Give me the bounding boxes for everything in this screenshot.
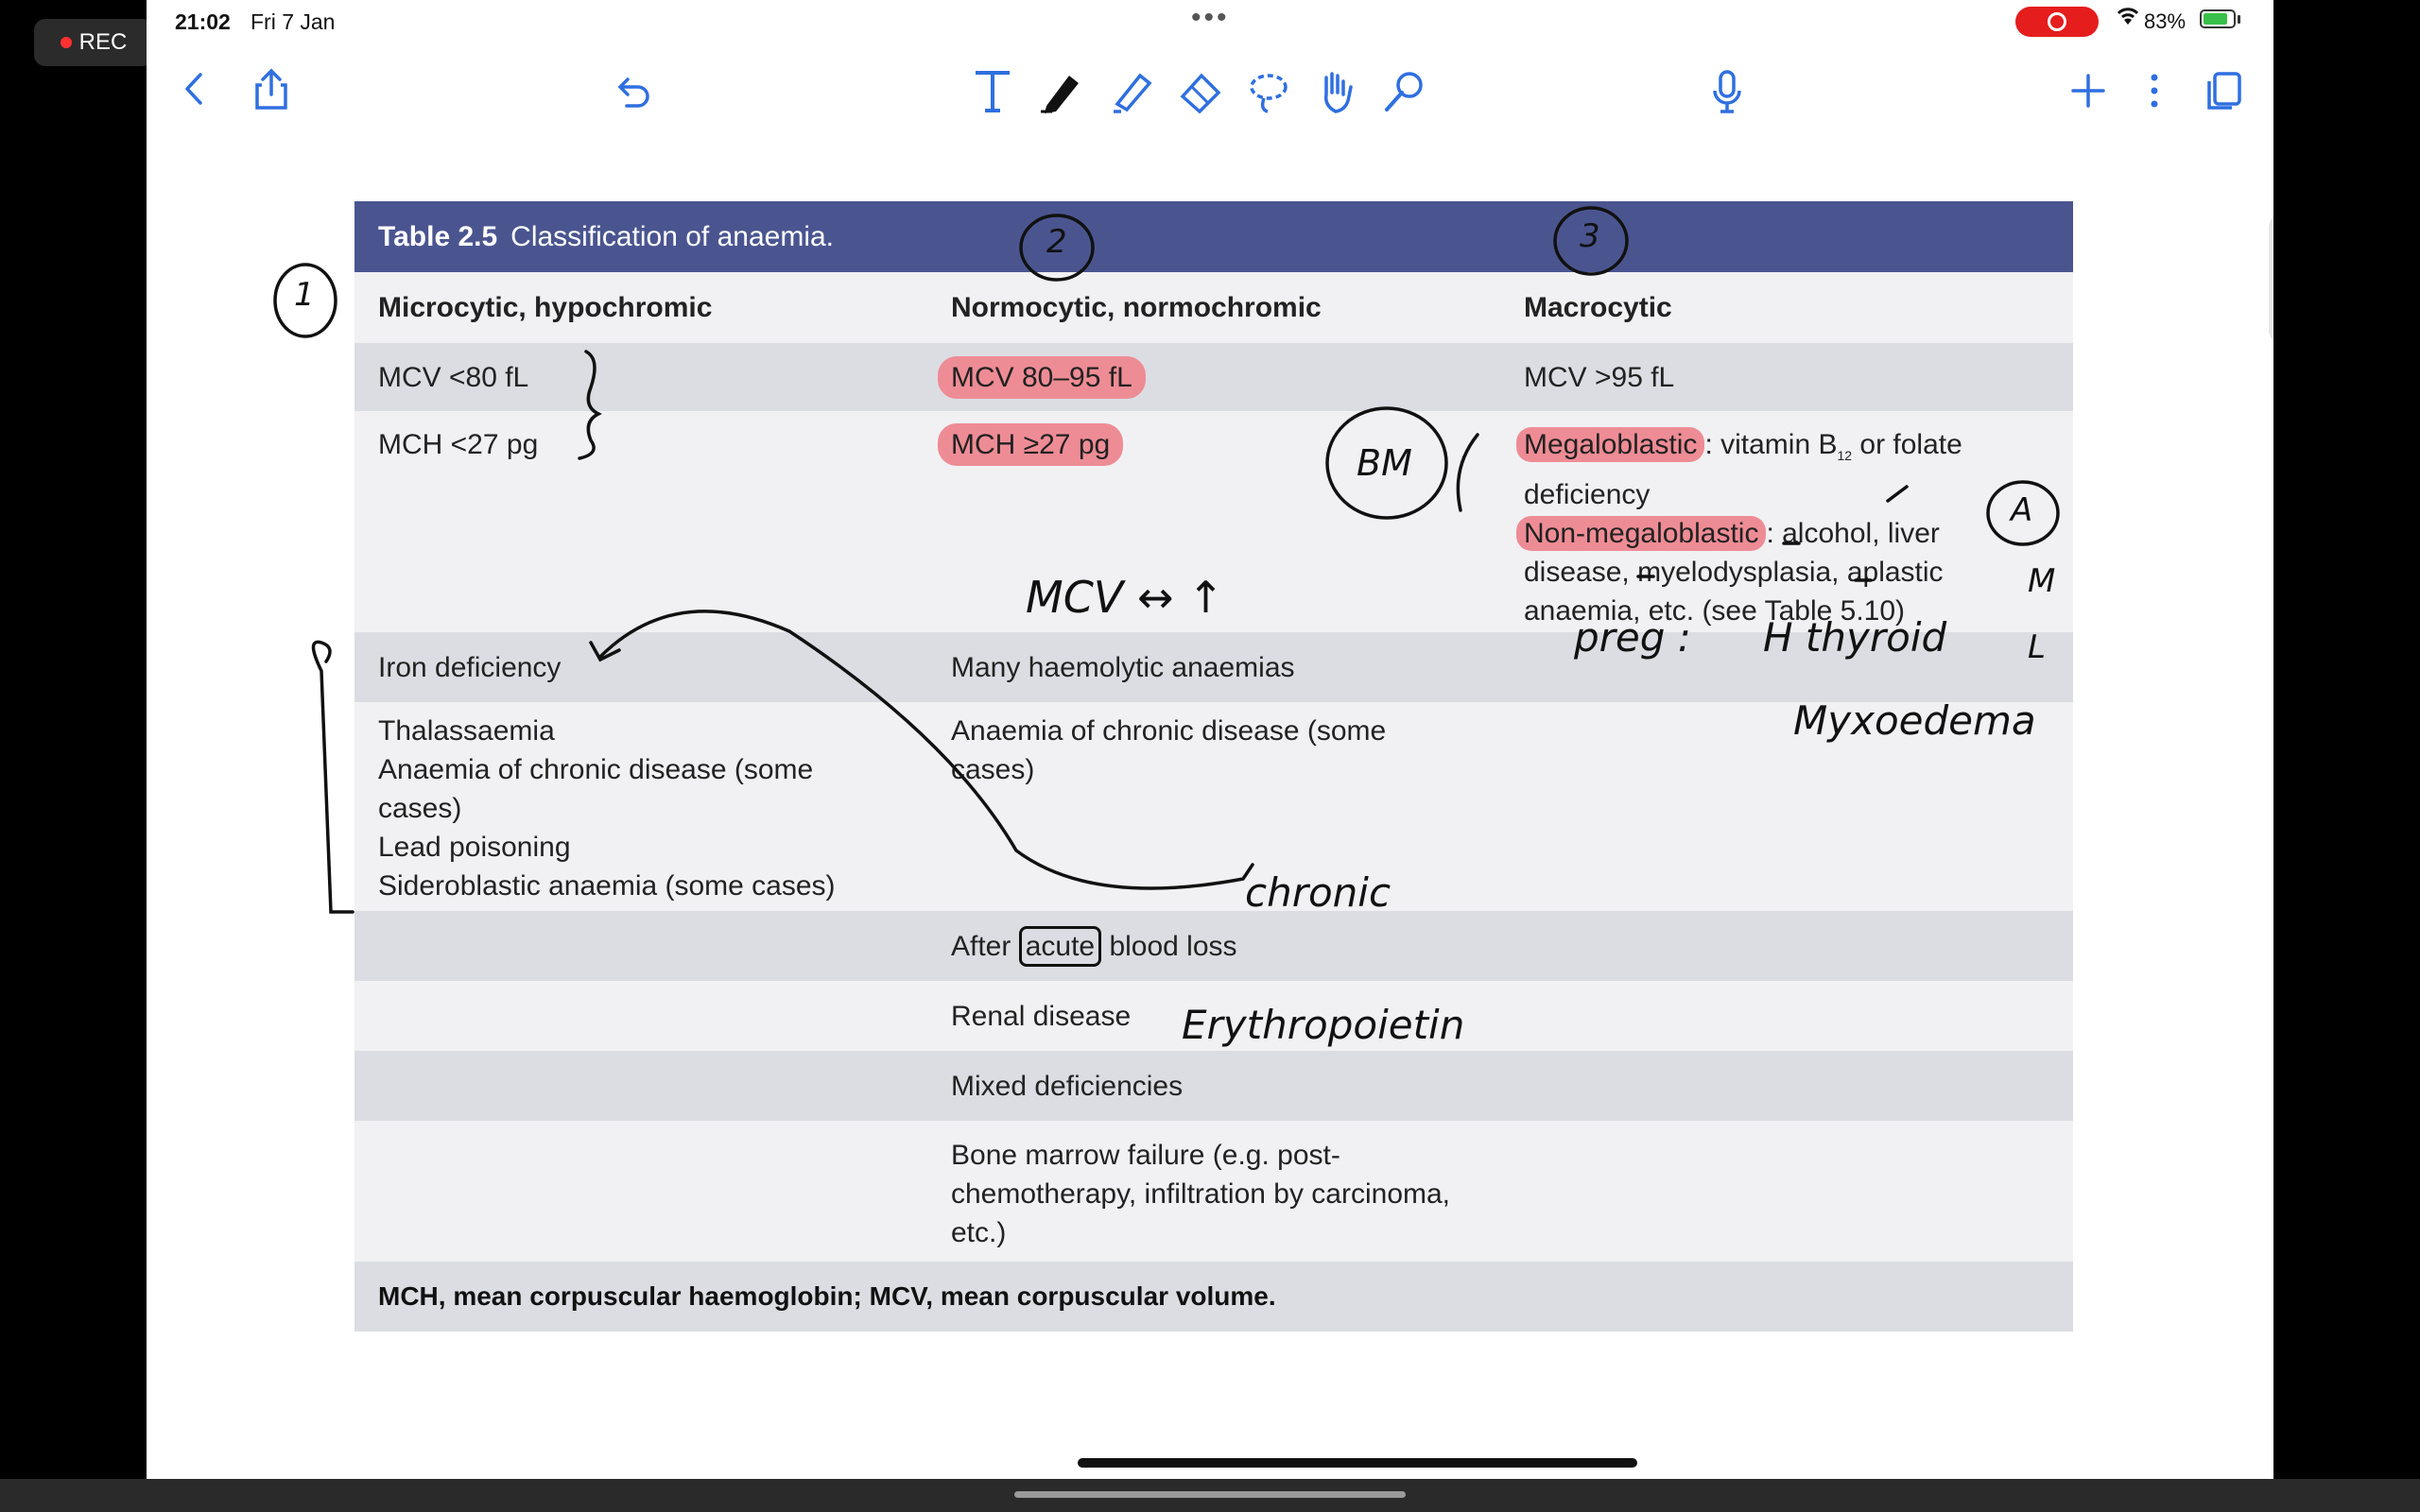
record-dot-icon [60, 37, 72, 48]
back-icon[interactable] [173, 68, 215, 110]
handwritten-preg: preg : [1574, 614, 1691, 661]
mcv-macrocytic: MCV >95 fL [1524, 361, 1675, 393]
acute-blood-loss: After acute blood loss [927, 925, 1500, 967]
screen-record-indicator-icon[interactable] [2015, 7, 2099, 37]
after-suffix: blood loss [1109, 930, 1237, 962]
table-header-row: Microcytic, hypochromic Normocytic, norm… [354, 272, 2073, 343]
eraser-icon[interactable] [1175, 66, 1226, 117]
list-item: Anaemia of chronic disease (some cases) [378, 754, 814, 824]
micro-bracket-ink [311, 640, 354, 914]
share-icon[interactable] [249, 66, 294, 113]
handwritten-3: 3 [1580, 217, 1600, 255]
handwritten-m: M [2028, 562, 2056, 600]
table-title: Classification of anaemia. [510, 220, 835, 252]
handwritten-myxoedema: Myxoedema [1793, 697, 2036, 744]
handwritten-bm: BM [1357, 442, 1412, 484]
table-footnote: MCH, mean corpuscular haemoglobin; MCV, … [354, 1262, 2073, 1332]
macrocytic-causes: Megaloblastic: vitamin B12 or folate def… [1500, 411, 2073, 632]
empty-cell [1500, 1121, 2073, 1262]
column-header-microcytic: Microcytic, hypochromic [378, 292, 713, 323]
status-date: Fri 7 Jan [251, 9, 336, 34]
status-time: 21:02 [175, 9, 231, 34]
after-prefix: After [951, 930, 1011, 962]
recording-label: REC [78, 29, 128, 55]
table-row-mcv: MCV <80 fL MCV 80–95 fL MCV >95 fL [354, 343, 2073, 411]
ipad-home-indicator[interactable] [1078, 1458, 1637, 1468]
handwritten-mcv-arrows: MCV ↔ ↑ [1026, 572, 1224, 623]
handwritten-chronic: chronic [1245, 869, 1392, 916]
table-number: Table 2.5 [378, 220, 498, 252]
more-icon[interactable] [2143, 68, 2166, 113]
normocytic-chronic-disease: Anaemia of chronic disease (some cases) [951, 715, 1387, 785]
handwritten-erythropoietin: Erythropoietin [1182, 1002, 1465, 1048]
table-row-bone-marrow: Bone marrow failure (e.g. post-chemother… [354, 1121, 2073, 1262]
handwritten-l: L [2028, 628, 2046, 666]
status-bar: 21:02 Fri 7 Jan ••• 83% [147, 0, 2273, 42]
column-header-macrocytic: Macrocytic [1524, 292, 1672, 323]
wifi-icon [2116, 6, 2140, 33]
mch-microcytic: MCH <27 pg [378, 429, 539, 460]
haemolytic-anaemias: Many haemolytic anaemias [951, 651, 1295, 683]
add-icon[interactable] [2066, 68, 2111, 113]
table-row-blood-loss: After acute blood loss [354, 911, 2073, 981]
screen-recording-badge[interactable]: REC [34, 19, 153, 66]
lasso-icon[interactable] [1243, 66, 1294, 117]
multitasking-dots-icon[interactable]: ••• [1191, 2, 1230, 34]
microcytic-causes-list: Thalassaemia Anaemia of chronic disease … [354, 702, 927, 911]
text-tool-icon[interactable] [969, 66, 1016, 117]
mic-icon[interactable] [1704, 66, 1750, 117]
megaloblastic-label: Megaloblastic [1516, 427, 1705, 462]
non-megaloblastic-label: Non-megaloblastic [1516, 516, 1767, 551]
table-row-mixed: Mixed deficiencies [354, 1051, 2073, 1121]
classification-table: Table 2.5 Classification of anaemia. Mic… [354, 201, 2073, 1332]
phone-home-indicator[interactable] [1014, 1491, 1406, 1498]
megaloblastic-text-a: : vitamin B [1704, 429, 1838, 460]
mcv-normocytic: MCV 80–95 fL [938, 355, 1146, 399]
battery-tip [2238, 15, 2240, 24]
list-item: Lead poisoning [378, 832, 571, 863]
mcv-normocytic-cell: MCV 80–95 fL [927, 355, 1500, 399]
battery-percentage: 83% [2144, 9, 2187, 33]
column-header-normocytic: Normocytic, normochromic [951, 292, 1322, 323]
mch-normocytic: MCH ≥27 pg [938, 423, 1124, 466]
acute-boxed-word: acute [1018, 925, 1102, 967]
undo-icon[interactable] [612, 70, 653, 112]
table-title-bar: Table 2.5 Classification of anaemia. [354, 201, 2073, 272]
hand-icon[interactable] [1311, 66, 1362, 117]
battery-icon [2200, 9, 2236, 28]
iron-deficiency: Iron deficiency [378, 651, 562, 683]
list-item: Thalassaemia [378, 715, 555, 747]
megaloblastic-subscript: 12 [1837, 448, 1853, 463]
picture-in-picture-thumbnail[interactable] [2269, 213, 2273, 345]
pages-icon[interactable] [2203, 68, 2246, 113]
empty-cell [354, 1121, 927, 1262]
mixed-deficiencies: Mixed deficiencies [951, 1070, 1184, 1102]
ipad-screen: 21:02 Fri 7 Jan ••• 83% Table 2.5 Classi… [147, 0, 2273, 1479]
highlighter-icon[interactable] [1106, 66, 1157, 117]
handwritten-a: A [2011, 491, 2033, 529]
pen-icon[interactable] [1035, 66, 1086, 117]
handwritten-hthyroid: H thyroid [1763, 614, 1947, 661]
mcv-microcytic: MCV <80 fL [378, 361, 529, 393]
list-item: Sideroblastic anaemia (some cases) [378, 870, 836, 902]
handwritten-2: 2 [1046, 223, 1067, 261]
pointer-icon[interactable] [1379, 66, 1430, 117]
bone-marrow-failure: Bone marrow failure (e.g. post-chemother… [951, 1140, 1451, 1248]
handwritten-1: 1 [294, 276, 315, 314]
